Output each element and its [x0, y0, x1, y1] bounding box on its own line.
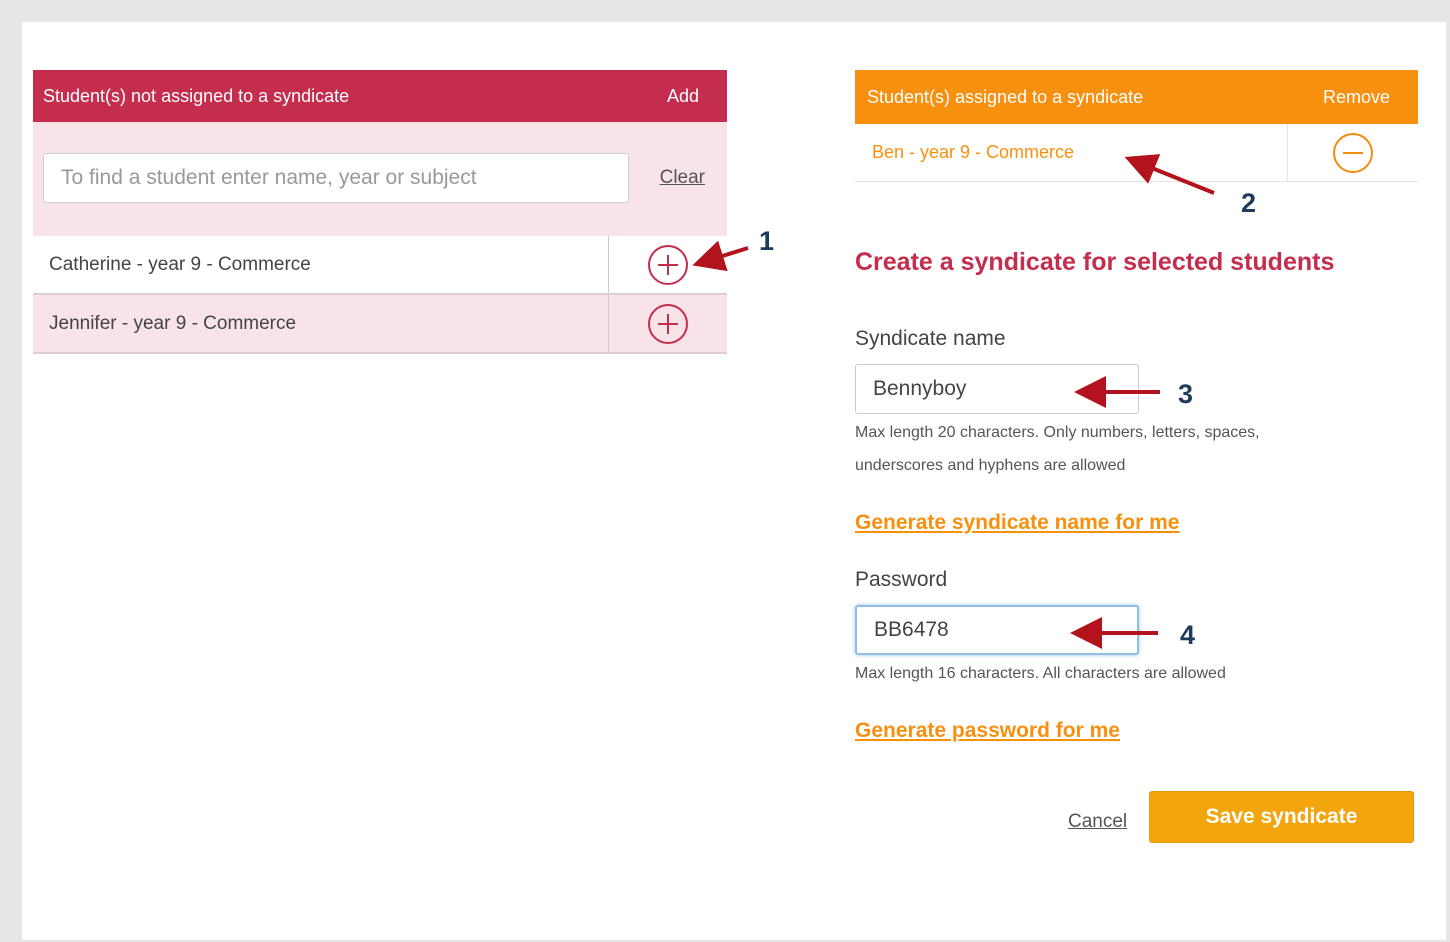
plus-circle-icon[interactable] — [648, 303, 688, 344]
unassigned-student-row: Jennifer - year 9 - Commerce — [33, 295, 727, 354]
student-search-area: Clear — [33, 122, 727, 236]
assigned-student-row: Ben - year 9 - Commerce — [855, 124, 1418, 182]
add-column-label: Add — [666, 85, 699, 106]
assigned-students-panel: Student(s) assigned to a syndicate Remov… — [855, 70, 1418, 182]
assigned-header: Student(s) assigned to a syndicate Remov… — [855, 70, 1418, 124]
password-hint: Max length 16 characters. All characters… — [855, 665, 1226, 682]
assigned-header-title: Student(s) assigned to a syndicate — [867, 86, 1144, 107]
generate-password-link[interactable]: Generate password for me — [855, 719, 1120, 743]
save-syndicate-button[interactable]: Save syndicate — [1149, 791, 1414, 843]
syndicate-name-hint: Max length 20 characters. Only numbers, … — [855, 424, 1260, 474]
annotation-number-4: 4 — [1180, 620, 1196, 650]
password-label: Password — [855, 568, 948, 591]
password-input[interactable] — [855, 605, 1139, 655]
annotation-number-1: 1 — [759, 226, 775, 256]
unassigned-header-title: Student(s) not assigned to a syndicate — [43, 85, 350, 106]
student-search-input[interactable] — [43, 153, 629, 203]
syndicate-name-label: Syndicate name — [855, 327, 1006, 350]
annotation-number-3: 3 — [1178, 379, 1194, 409]
generate-name-link[interactable]: Generate syndicate name for me — [855, 511, 1179, 535]
form-title: Create a syndicate for selected students — [855, 248, 1335, 276]
unassigned-header: Student(s) not assigned to a syndicate A… — [33, 70, 727, 122]
student-name: Jennifer - year 9 - Commerce — [33, 295, 609, 352]
unassigned-student-row: Catherine - year 9 - Commerce — [33, 236, 727, 295]
syndicate-name-input[interactable] — [855, 364, 1139, 414]
remove-column-label: Remove — [1322, 86, 1390, 107]
unassigned-students-panel: Student(s) not assigned to a syndicate A… — [33, 70, 727, 354]
annotation-number-2: 2 — [1241, 188, 1257, 218]
student-name: Catherine - year 9 - Commerce — [33, 236, 609, 293]
assigned-student-name: Ben - year 9 - Commerce — [855, 124, 1288, 181]
minus-circle-icon[interactable] — [1333, 132, 1373, 173]
clear-search-link[interactable]: Clear — [660, 167, 705, 189]
cancel-link[interactable]: Cancel — [1068, 811, 1127, 833]
plus-circle-icon[interactable] — [648, 244, 688, 285]
